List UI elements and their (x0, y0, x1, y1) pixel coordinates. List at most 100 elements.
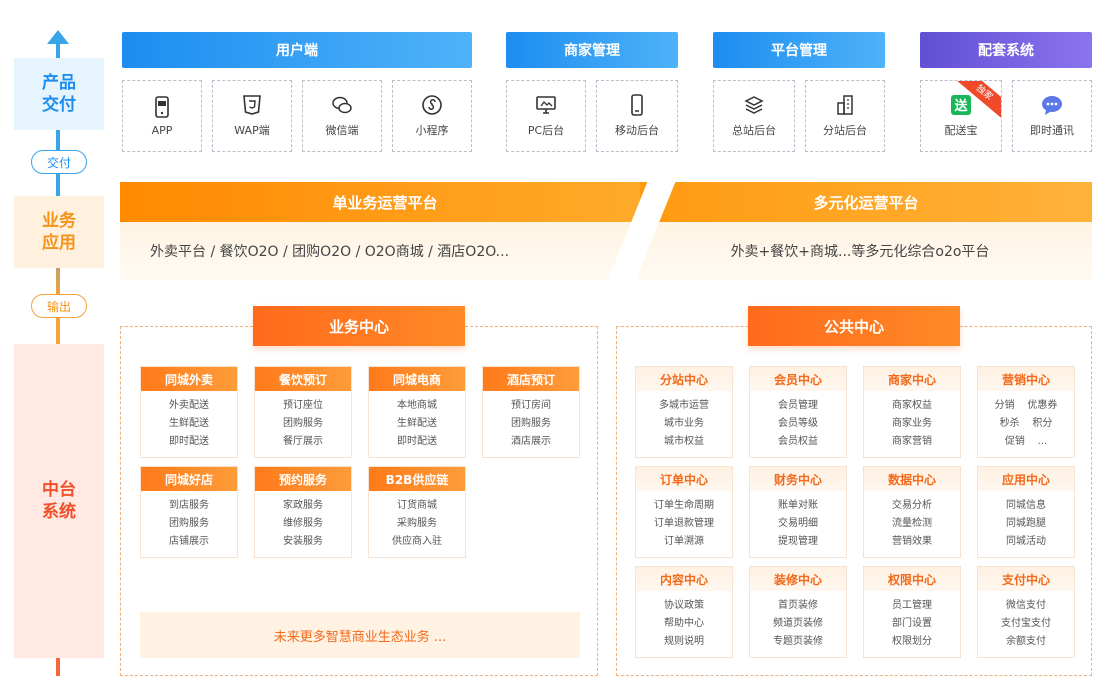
card-item: 维修服务 (283, 518, 323, 529)
tile-instant-messaging[interactable]: 即时通讯 (1012, 80, 1092, 152)
center-card[interactable]: 财务中心 账单对账 交易明细 提现管理 (749, 466, 847, 558)
multi-business-platform-title: 多元化运营平台 (640, 182, 1092, 222)
axis-label: 产品 (42, 73, 76, 93)
tile-mini-program[interactable]: 小程序 (392, 80, 472, 152)
card-items: 预订座位 团购服务 餐厅展示 (255, 391, 351, 451)
center-card[interactable]: 数据中心 交易分析 流量检测 营销效果 (863, 466, 961, 558)
card-item: 商家业务 (892, 418, 932, 429)
tile-delivery[interactable]: 独家 送 配送宝 (920, 80, 1002, 152)
card-title: 订单中心 (636, 467, 732, 491)
future-ecosystem-note: 未来更多智慧商业生态业务 ... (140, 612, 580, 658)
tile-sub-site-backend[interactable]: 分站后台 (805, 80, 885, 152)
center-card[interactable]: 同城好店 到店服务 团购服务 店铺展示 (140, 466, 238, 558)
card-title: 支付中心 (978, 567, 1074, 591)
center-card[interactable]: 权限中心 员工管理 部门设置 权限划分 (863, 566, 961, 658)
monitor-icon (536, 96, 556, 114)
card-items: 分销 优惠券 秒杀 积分 促销 ... (978, 391, 1074, 451)
building-icon (837, 95, 853, 115)
card-item: 订单退款管理 (654, 518, 714, 529)
center-card[interactable]: 同城外卖 外卖配送 生鲜配送 即时配送 (140, 366, 238, 458)
card-item: 安装服务 (283, 536, 323, 547)
card-item: 生鲜配送 (169, 418, 209, 429)
tile-label: 小程序 (415, 124, 449, 137)
mobile-icon (631, 94, 643, 116)
card-item: 交易明细 (778, 518, 818, 529)
center-card[interactable]: 餐饮预订 预订座位 团购服务 餐厅展示 (254, 366, 352, 458)
card-item: 即时配送 (397, 436, 437, 447)
card-items: 订货商城 采购服务 供应商入驻 (369, 491, 465, 551)
tile-label: 分站后台 (823, 124, 867, 137)
merchant-header: 商家管理 (506, 32, 678, 68)
mini-program-icon (422, 95, 442, 115)
card-item: 商家营销 (892, 436, 932, 447)
card-item: 促销 ... (1004, 436, 1048, 447)
card-items: 协议政策 帮助中心 规则说明 (636, 591, 732, 651)
center-card[interactable]: 会员中心 会员管理 会员等级 会员权益 (749, 366, 847, 458)
card-items: 预订房间 团购服务 酒店展示 (483, 391, 579, 451)
center-card[interactable]: 订单中心 订单生命周期 订单退款管理 订单溯源 (635, 466, 733, 558)
center-card[interactable]: 营销中心 分销 优惠券 秒杀 积分 促销 ... (977, 366, 1075, 458)
tile-app[interactable]: APP (122, 80, 202, 152)
card-item: 权限划分 (892, 636, 932, 647)
card-item: 餐厅展示 (283, 436, 323, 447)
card-item: 团购服务 (169, 518, 209, 529)
center-card[interactable]: 预约服务 家政服务 维修服务 安装服务 (254, 466, 352, 558)
card-item: 生鲜配送 (397, 418, 437, 429)
app-icon (155, 95, 169, 118)
delivery-icon: 送 (951, 95, 971, 115)
card-title: 权限中心 (864, 567, 960, 591)
chat-icon (1042, 96, 1062, 115)
center-card[interactable]: 应用中心 同城信息 同城跑腿 同城活动 (977, 466, 1075, 558)
card-item: 预订座位 (283, 400, 323, 411)
deliver-pill: 交付 (31, 150, 87, 174)
card-items: 外卖配送 生鲜配送 即时配送 (141, 391, 237, 451)
layers-icon (744, 96, 764, 114)
card-item: 订单生命周期 (654, 500, 714, 511)
card-item: 规则说明 (664, 636, 704, 647)
card-title: 内容中心 (636, 567, 732, 591)
center-card[interactable]: 同城电商 本地商城 生鲜配送 即时配送 (368, 366, 466, 458)
card-title: 同城外卖 (141, 367, 237, 391)
card-title: 应用中心 (978, 467, 1074, 491)
tile-label: 配送宝 (944, 124, 978, 137)
card-item: 会员权益 (778, 436, 818, 447)
tile-label: 移动后台 (615, 124, 659, 137)
center-card[interactable]: 内容中心 协议政策 帮助中心 规则说明 (635, 566, 733, 658)
card-item: 账单对账 (778, 500, 818, 511)
card-title: 同城电商 (369, 367, 465, 391)
axis-label: 交付 (42, 95, 76, 115)
tile-wechat[interactable]: 微信端 (302, 80, 382, 152)
tile-label: 微信端 (325, 124, 359, 137)
card-title: 分站中心 (636, 367, 732, 391)
axis-label: 系统 (42, 502, 76, 522)
card-item: 余额支付 (1006, 636, 1046, 647)
card-item: 首页装修 (778, 600, 818, 611)
single-business-platform-items: 外卖平台 / 餐饮O2O / 团购O2O / O2O商城 / 酒店O2O... (120, 222, 640, 280)
public-center-title: 公共中心 (748, 306, 960, 346)
card-title: 会员中心 (750, 367, 846, 391)
card-item: 店铺展示 (169, 536, 209, 547)
tile-wap[interactable]: WAP端 (212, 80, 292, 152)
center-card[interactable]: 分站中心 多城市运营 城市业务 城市权益 (635, 366, 733, 458)
tile-pc-backend[interactable]: PC后台 (506, 80, 586, 152)
center-card[interactable]: 支付中心 微信支付 支付宝支付 余额支付 (977, 566, 1075, 658)
tile-main-site-backend[interactable]: 总站后台 (713, 80, 795, 152)
card-title: 装修中心 (750, 567, 846, 591)
card-items: 多城市运营 城市业务 城市权益 (636, 391, 732, 451)
center-card[interactable]: B2B供应链 订货商城 采购服务 供应商入驻 (368, 466, 466, 558)
center-card[interactable]: 装修中心 首页装修 频道页装修 专题页装修 (749, 566, 847, 658)
html5-icon (243, 95, 261, 115)
platform-header: 平台管理 (713, 32, 885, 68)
card-item: 同城信息 (1006, 500, 1046, 511)
card-title: 商家中心 (864, 367, 960, 391)
center-card[interactable]: 商家中心 商家权益 商家业务 商家营销 (863, 366, 961, 458)
tile-label: WAP端 (234, 124, 270, 137)
card-items: 商家权益 商家业务 商家营销 (864, 391, 960, 451)
card-item: 频道页装修 (773, 618, 823, 629)
card-item: 同城活动 (1006, 536, 1046, 547)
card-item: 家政服务 (283, 500, 323, 511)
center-card[interactable]: 酒店预订 预订房间 团购服务 酒店展示 (482, 366, 580, 458)
tile-mobile-backend[interactable]: 移动后台 (596, 80, 678, 152)
card-item: 分销 优惠券 (994, 400, 1058, 411)
card-item: 流量检测 (892, 518, 932, 529)
